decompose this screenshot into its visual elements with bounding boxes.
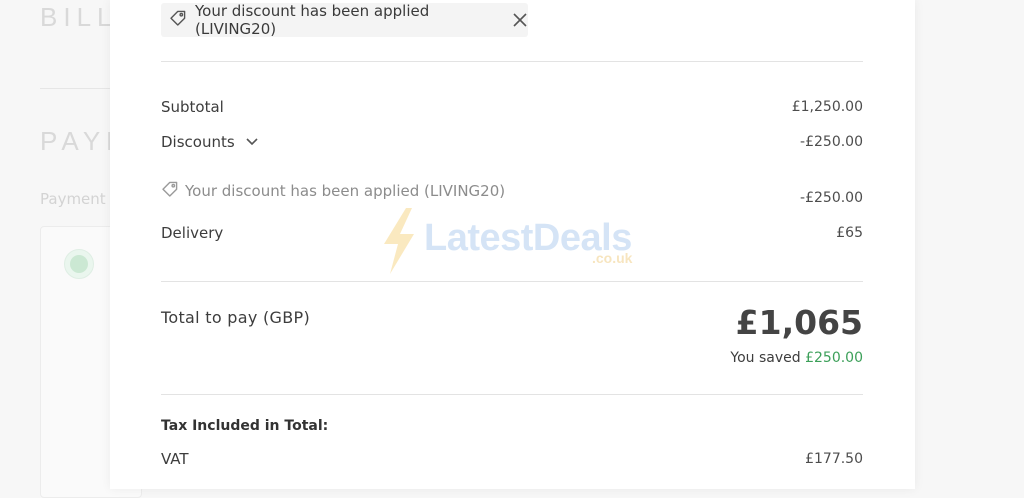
discount-chip-text: Your discount has been applied (LIVING20… xyxy=(195,2,430,38)
total-label: Total to pay (GBP) xyxy=(161,308,311,327)
delivery-value: £65 xyxy=(836,225,863,241)
divider xyxy=(161,281,863,282)
saved-value: £250.00 xyxy=(805,350,863,366)
tag-icon xyxy=(169,9,187,31)
applied-discount-value: -£250.00 xyxy=(800,190,863,206)
payment-option-radio[interactable] xyxy=(64,249,94,279)
subtotal-label: Subtotal xyxy=(161,98,224,116)
saved-amount: You saved £250.00 xyxy=(730,350,863,366)
watermark-subtext: .co.uk xyxy=(592,250,633,266)
divider xyxy=(161,394,863,395)
saved-prefix: You saved xyxy=(730,350,801,366)
vat-label: VAT xyxy=(161,450,189,468)
billing-heading: BILL xyxy=(40,2,118,32)
discounts-value: -£250.00 xyxy=(800,134,863,150)
tax-title: Tax Included in Total: xyxy=(161,418,329,434)
subtotal-row: Subtotal £1,250.00 xyxy=(161,98,863,116)
applied-discount: Your discount has been applied (LIVING20… xyxy=(161,180,505,202)
divider xyxy=(161,61,863,62)
tag-icon xyxy=(161,180,179,202)
applied-discount-text: Your discount has been applied (LIVING20… xyxy=(185,182,506,200)
applied-discount-row: Your discount has been applied (LIVING20… xyxy=(161,180,863,206)
subtotal-value: £1,250.00 xyxy=(791,99,863,115)
vat-row: VAT £177.50 xyxy=(161,450,863,468)
remove-discount-close-icon[interactable] xyxy=(511,11,528,29)
discount-chip: Your discount has been applied (LIVING20… xyxy=(161,2,528,38)
latestdeals-watermark: LatestDeals .co.uk xyxy=(378,208,632,278)
vat-value: £177.50 xyxy=(805,451,863,467)
delivery-label: Delivery xyxy=(161,224,224,242)
chevron-down-icon xyxy=(245,133,259,151)
background-divider xyxy=(40,88,120,89)
discounts-toggle[interactable]: Discounts xyxy=(161,133,259,151)
discounts-label: Discounts xyxy=(161,133,235,151)
total-amount: £1,065 xyxy=(735,303,863,342)
discounts-row: Discounts -£250.00 xyxy=(161,133,863,151)
lightning-icon xyxy=(378,208,418,278)
payment-label: Payment xyxy=(40,190,106,208)
